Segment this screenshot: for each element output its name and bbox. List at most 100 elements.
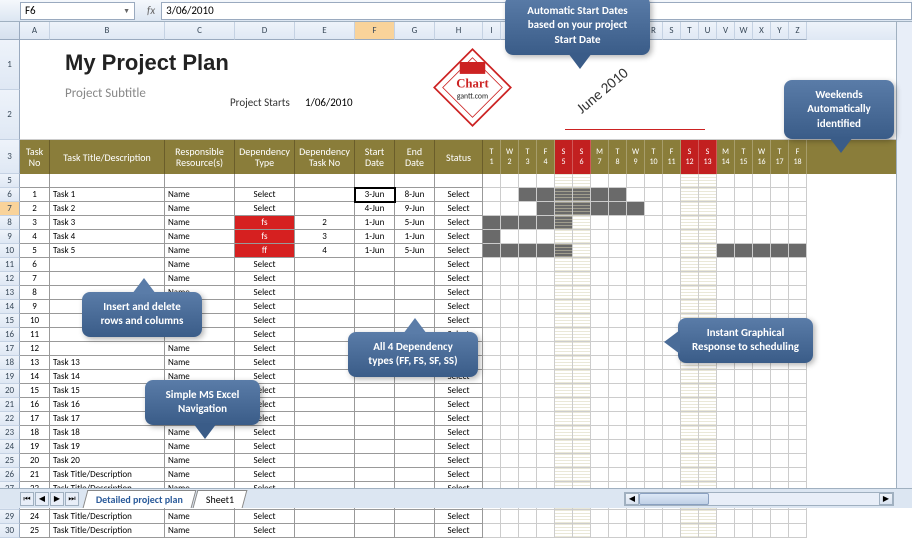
gantt-cell[interactable] [753, 384, 771, 398]
gantt-cell[interactable] [555, 426, 573, 440]
gantt-cell[interactable] [771, 468, 789, 482]
gantt-cell[interactable] [537, 286, 555, 300]
gantt-cell[interactable] [501, 244, 519, 258]
gantt-cell[interactable] [519, 230, 537, 244]
gantt-cell[interactable] [501, 356, 519, 370]
gantt-cell[interactable] [501, 440, 519, 454]
gantt-cell[interactable] [681, 258, 699, 272]
cell[interactable]: 20 [20, 454, 50, 468]
gantt-cell[interactable] [483, 188, 501, 202]
gantt-cell[interactable] [501, 342, 519, 356]
cell[interactable]: 4 [295, 244, 355, 258]
cell[interactable]: Select [435, 398, 483, 412]
scroll-right-icon[interactable]: ▶ [879, 493, 893, 505]
gantt-cell[interactable] [717, 216, 735, 230]
gantt-cell[interactable] [717, 174, 735, 188]
gantt-cell[interactable] [789, 272, 807, 286]
gantt-cell[interactable] [627, 216, 645, 230]
row-header[interactable]: 29 [0, 510, 20, 524]
gantt-cell[interactable] [771, 426, 789, 440]
gantt-cell[interactable] [645, 188, 663, 202]
gantt-cell[interactable] [555, 174, 573, 188]
gantt-cell[interactable] [555, 202, 573, 216]
gantt-cell[interactable] [483, 384, 501, 398]
gantt-cell[interactable] [501, 258, 519, 272]
row-header[interactable]: 22 [0, 412, 20, 426]
gantt-cell[interactable] [789, 216, 807, 230]
gantt-cell[interactable] [717, 454, 735, 468]
gantt-cell[interactable] [645, 202, 663, 216]
cell[interactable] [295, 468, 355, 482]
gantt-cell[interactable] [609, 216, 627, 230]
gantt-cell[interactable] [501, 300, 519, 314]
gantt-cell[interactable] [735, 426, 753, 440]
gantt-cell[interactable] [537, 454, 555, 468]
gantt-cell[interactable] [519, 272, 537, 286]
cell[interactable]: Select [235, 258, 295, 272]
cell[interactable] [355, 272, 395, 286]
gantt-cell[interactable] [645, 328, 663, 342]
gantt-cell[interactable] [573, 468, 591, 482]
gantt-cell[interactable] [609, 356, 627, 370]
gantt-cell[interactable] [753, 426, 771, 440]
gantt-cell[interactable] [555, 328, 573, 342]
gantt-cell[interactable] [663, 216, 681, 230]
cell[interactable] [355, 286, 395, 300]
gantt-cell[interactable] [573, 440, 591, 454]
gantt-cell[interactable] [591, 202, 609, 216]
gantt-cell[interactable] [573, 328, 591, 342]
gantt-cell[interactable] [573, 398, 591, 412]
cell[interactable]: 3 [20, 216, 50, 230]
gantt-cell[interactable] [717, 202, 735, 216]
cell[interactable]: 2 [20, 202, 50, 216]
gantt-cell[interactable] [501, 230, 519, 244]
gantt-cell[interactable] [735, 216, 753, 230]
gantt-cell[interactable] [591, 426, 609, 440]
cell[interactable]: Select [235, 426, 295, 440]
gantt-cell[interactable] [717, 510, 735, 524]
gantt-cell[interactable] [591, 370, 609, 384]
gantt-cell[interactable] [735, 370, 753, 384]
gantt-cell[interactable] [645, 370, 663, 384]
gantt-cell[interactable] [483, 454, 501, 468]
column-header[interactable]: T [681, 22, 699, 40]
cell[interactable] [395, 258, 435, 272]
gantt-cell[interactable] [717, 426, 735, 440]
gantt-cell[interactable] [519, 426, 537, 440]
gantt-cell[interactable] [555, 370, 573, 384]
cell[interactable]: Name [165, 342, 235, 356]
gantt-cell[interactable] [645, 286, 663, 300]
gantt-cell[interactable] [663, 244, 681, 258]
gantt-cell[interactable] [573, 258, 591, 272]
cell[interactable] [295, 454, 355, 468]
gantt-cell[interactable] [573, 510, 591, 524]
cell[interactable] [395, 286, 435, 300]
gantt-cell[interactable] [753, 188, 771, 202]
gantt-cell[interactable] [591, 468, 609, 482]
gantt-cell[interactable] [663, 174, 681, 188]
gantt-cell[interactable] [645, 244, 663, 258]
gantt-cell[interactable] [699, 384, 717, 398]
gantt-cell[interactable] [609, 174, 627, 188]
gantt-cell[interactable] [501, 510, 519, 524]
cell[interactable] [295, 314, 355, 328]
gantt-cell[interactable] [483, 510, 501, 524]
gantt-cell[interactable] [609, 398, 627, 412]
cell[interactable]: 6 [20, 258, 50, 272]
gantt-cell[interactable] [627, 300, 645, 314]
gantt-cell[interactable] [627, 314, 645, 328]
gantt-cell[interactable] [501, 412, 519, 426]
cell[interactable]: Name [165, 258, 235, 272]
column-header[interactable]: S [663, 22, 681, 40]
cell[interactable] [355, 454, 395, 468]
gantt-cell[interactable] [663, 272, 681, 286]
gantt-cell[interactable] [573, 286, 591, 300]
gantt-cell[interactable] [771, 398, 789, 412]
gantt-cell[interactable] [717, 286, 735, 300]
gantt-cell[interactable] [681, 412, 699, 426]
gantt-cell[interactable] [483, 272, 501, 286]
gantt-cell[interactable] [555, 440, 573, 454]
cell[interactable] [355, 468, 395, 482]
gantt-cell[interactable] [771, 300, 789, 314]
row-header[interactable]: 8 [0, 216, 20, 230]
